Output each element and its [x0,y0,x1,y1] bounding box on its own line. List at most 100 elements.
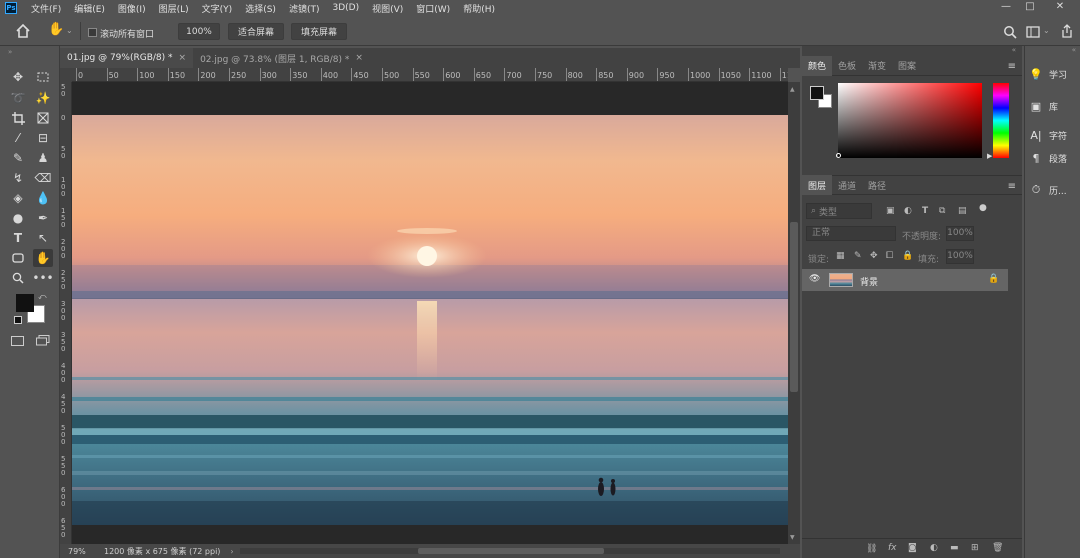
more-tools-icon[interactable]: ••• [32,269,53,287]
rectangle-tool-icon[interactable] [8,249,28,267]
share-icon[interactable] [1060,24,1074,38]
screen-mode-icon[interactable] [36,335,50,346]
history-brush-tool-icon[interactable]: ↯ [8,169,28,187]
opacity-input[interactable]: 100% [946,226,974,241]
tab-patterns[interactable]: 图案 [892,56,922,76]
filter-smart-object-icon[interactable]: ▤ [958,206,967,216]
paragraph-panel-button[interactable]: ¶ 段落 [1029,148,1077,168]
hue-slider[interactable] [993,83,1009,158]
menu-file[interactable]: 文件(F) [31,2,61,15]
tab-02-jpg[interactable]: 02.jpg @ 73.8% (图层 1, RGB/8) * × [193,48,370,68]
tab-color[interactable]: 颜色 [802,55,833,76]
collapse-toolbar-icon[interactable]: » [8,48,12,56]
frame-tool-icon[interactable] [33,109,53,127]
paint-bucket-tool-icon[interactable]: ◈ [8,189,28,207]
character-panel-button[interactable]: A| 字符 [1029,125,1077,145]
add-mask-icon[interactable]: ◙ [908,543,917,553]
history-panel-button[interactable]: ⏱ 历... [1029,180,1077,200]
minimize-button[interactable]: — [996,0,1016,14]
menu-select[interactable]: 选择(S) [245,2,276,15]
status-menu-arrow-icon[interactable]: › [230,547,233,556]
fill-input[interactable]: 100% [946,249,974,264]
tab-gradients[interactable]: 渐变 [862,56,892,76]
maximize-button[interactable]: □ [1020,0,1040,14]
clone-stamp-tool-icon[interactable]: ♟ [33,149,53,167]
default-colors-icon[interactable] [14,316,22,324]
horizontal-scroll-thumb[interactable] [418,548,604,554]
blend-mode-select[interactable]: 正常 [806,226,896,241]
magic-wand-tool-icon[interactable]: ✨ [33,89,53,107]
healing-brush-tool-icon[interactable]: ⊟ [33,129,53,147]
color-picker-cursor[interactable] [836,153,841,158]
close-tab-icon[interactable]: × [355,53,363,63]
lock-all-icon[interactable]: 🔒 [902,251,913,261]
layer-lock-icon[interactable]: 🔒 [988,274,999,284]
pen-tool-icon[interactable]: ✒ [33,209,53,227]
lock-artboard-icon[interactable]: ⧠ [886,251,893,261]
layer-row[interactable]: 👁 背景 🔒 [802,269,1008,291]
workspace-chevron-icon[interactable]: ⌄ [1043,26,1050,35]
scroll-down-icon[interactable]: ▼ [790,534,795,541]
workspace-icon[interactable] [1026,25,1040,39]
vertical-scroll-thumb[interactable] [790,222,798,392]
fill-screen-button[interactable]: 填充屏幕 [291,23,347,40]
quick-mask-icon[interactable] [11,336,24,346]
zoom-tool-icon[interactable] [8,269,28,287]
lasso-tool-icon[interactable]: ➰ [8,89,28,107]
dodge-tool-icon[interactable]: ● [8,209,28,227]
menu-edit[interactable]: 编辑(E) [74,2,105,15]
close-window-button[interactable]: ✕ [1050,0,1070,14]
new-adjustment-layer-icon[interactable]: ◐ [930,543,938,553]
new-group-icon[interactable]: ▬ [950,543,959,553]
filter-type-icon[interactable]: T [922,206,928,216]
lock-position-icon[interactable]: ✥ [870,251,878,261]
move-tool-icon[interactable]: ✥ [8,68,28,86]
blur-tool-icon[interactable]: 💧 [33,189,53,207]
link-layers-icon[interactable]: ⛓ [866,544,877,554]
zoom-level[interactable]: 79% [68,547,104,556]
expand-dock-icon[interactable]: « [1072,46,1076,54]
tab-01-jpg[interactable]: 01.jpg @ 79%(RGB/8) * × [60,48,194,68]
layer-visibility-eye-icon[interactable]: 👁 [809,274,820,284]
filter-adjustment-icon[interactable]: ◐ [904,206,912,216]
hand-tool-icon[interactable]: ✋ [48,22,64,40]
filter-shape-icon[interactable]: ⧉ [939,206,945,216]
learn-panel-button[interactable]: 💡 学习 [1029,64,1077,84]
home-icon[interactable] [14,23,32,39]
layer-name[interactable]: 背景 [860,275,878,288]
layer-filter-select[interactable]: ⌕ 类型 [806,203,872,219]
filter-pixel-icon[interactable]: ▣ [886,206,895,216]
fit-screen-button[interactable]: 适合屏幕 [228,23,284,40]
menu-3d[interactable]: 3D(D) [332,3,359,13]
libraries-panel-button[interactable]: ▣ 库 [1029,96,1077,116]
color-picker-field[interactable] [838,83,982,158]
scroll-up-icon[interactable]: ▲ [790,86,795,93]
menu-type[interactable]: 文字(Y) [202,2,233,15]
tool-preset-chevron-icon[interactable]: ⌄ [66,26,73,35]
lock-transparent-icon[interactable]: ▦ [836,251,845,261]
marquee-tool-icon[interactable] [33,68,53,86]
tab-swatches[interactable]: 色板 [832,56,862,76]
color-foreground-swatch[interactable] [810,86,824,100]
new-layer-icon[interactable]: ⊞ [971,543,979,553]
lock-image-icon[interactable]: ✎ [854,251,862,261]
zoom-100-button[interactable]: 100% [178,23,220,40]
search-icon[interactable] [1003,25,1017,39]
scroll-all-windows-checkbox[interactable] [88,28,97,37]
tab-paths[interactable]: 路径 [862,175,892,195]
hue-slider-handle-icon[interactable]: ▶ [987,152,992,160]
menu-filter[interactable]: 滤镜(T) [289,2,320,15]
menu-view[interactable]: 视图(V) [372,2,403,15]
crop-tool-icon[interactable] [8,109,28,127]
menu-window[interactable]: 窗口(W) [416,2,450,15]
layers-panel-menu-icon[interactable]: ≡ [1008,181,1016,192]
canvas-area[interactable] [72,82,788,544]
ruler-origin[interactable] [60,68,72,82]
menu-layer[interactable]: 图层(L) [159,2,189,15]
tab-channels[interactable]: 通道 [832,175,862,195]
menu-help[interactable]: 帮助(H) [463,2,495,15]
eyedropper-tool-icon[interactable]: ⁄ [8,129,28,147]
horizontal-scrollbar[interactable] [240,548,780,554]
brush-tool-icon[interactable]: ✎ [8,149,28,167]
tab-layers[interactable]: 图层 [802,175,833,195]
